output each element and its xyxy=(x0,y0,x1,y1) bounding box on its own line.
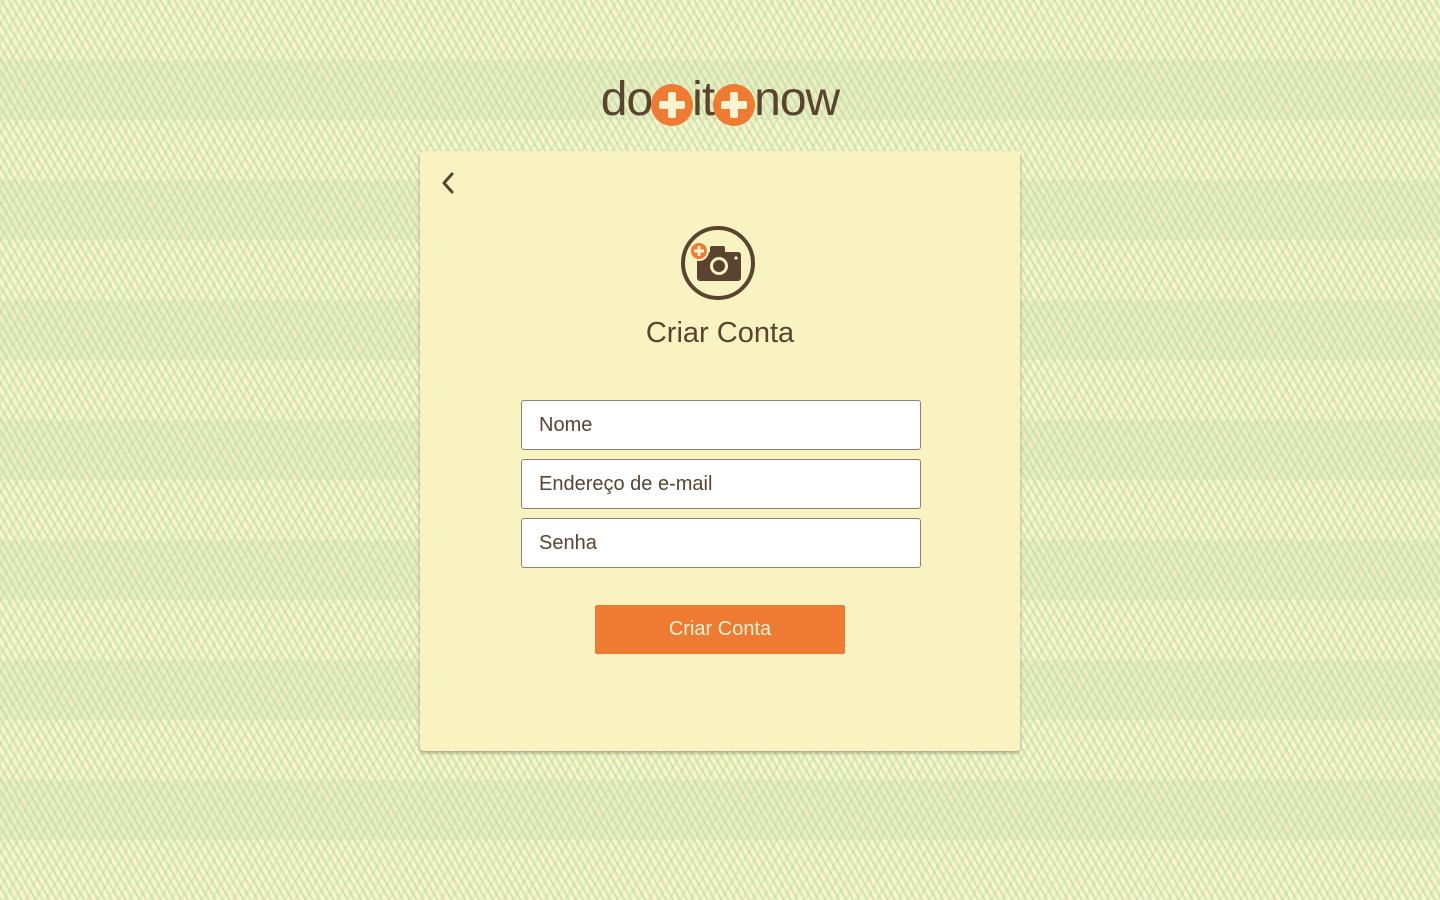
page-title: Criar Conta xyxy=(645,317,795,349)
email-input[interactable] xyxy=(521,459,921,509)
logo-plus-icon xyxy=(651,84,694,126)
name-input[interactable] xyxy=(521,400,921,450)
logo-word-now: now xyxy=(754,73,840,126)
back-button[interactable] xyxy=(434,169,462,197)
add-photo-button[interactable] xyxy=(680,225,756,301)
app-logo: do it now xyxy=(0,72,1440,128)
add-photo-camera-icon xyxy=(681,226,755,300)
logo-word-do: do xyxy=(600,73,653,126)
create-account-button[interactable]: Criar Conta xyxy=(595,605,845,654)
password-input[interactable] xyxy=(521,518,921,568)
logo-plus-icon xyxy=(713,84,756,126)
logo-word-it: it xyxy=(692,73,715,126)
signup-card: Criar Conta Criar Conta xyxy=(420,151,1020,751)
chevron-left-icon xyxy=(442,172,454,194)
